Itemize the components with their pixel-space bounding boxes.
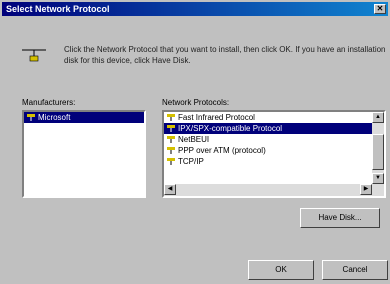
manufacturer-item-label: Microsoft <box>38 113 71 122</box>
vertical-scrollbar[interactable]: ▲ ▼ <box>372 112 384 196</box>
protocols-label: Network Protocols: <box>162 98 230 107</box>
select-network-protocol-dialog: Select Network Protocol ✕ Click the Netw… <box>0 0 390 284</box>
scroll-right-button[interactable]: ▶ <box>360 184 372 195</box>
protocol-item-label: TCP/IP <box>178 157 204 166</box>
protocol-item-label: PPP over ATM (protocol) <box>178 146 266 155</box>
close-button[interactable]: ✕ <box>374 4 386 14</box>
have-disk-button[interactable]: Have Disk... <box>300 208 380 228</box>
arrow-left-icon: ◀ <box>167 186 173 192</box>
ok-button[interactable]: OK <box>248 260 314 280</box>
protocol-cable-icon <box>167 158 175 165</box>
manufacturers-list[interactable]: Microsoft <box>22 110 146 198</box>
window-title: Select Network Protocol <box>6 4 110 14</box>
scroll-thumb[interactable] <box>372 134 384 170</box>
protocol-item-label: Fast Infrared Protocol <box>178 113 255 122</box>
scroll-up-button[interactable]: ▲ <box>372 112 384 123</box>
protocol-item[interactable]: NetBEUI <box>164 134 384 145</box>
intro-text: Click the Network Protocol that you want… <box>64 45 386 65</box>
protocol-cable-icon <box>167 114 175 121</box>
title-bar[interactable]: Select Network Protocol ✕ <box>2 2 388 16</box>
protocol-item-label: IPX/SPX-compatible Protocol <box>178 124 283 133</box>
protocol-cable-icon <box>167 147 175 154</box>
scroll-down-button[interactable]: ▼ <box>372 173 384 184</box>
arrow-up-icon: ▲ <box>375 114 381 120</box>
horizontal-scrollbar[interactable]: ◀ ▶ <box>164 184 372 196</box>
arrow-down-icon: ▼ <box>375 175 381 181</box>
network-protocol-icon <box>22 49 46 62</box>
manufacturers-label: Manufacturers: <box>22 98 76 107</box>
manufacturer-item[interactable]: Microsoft <box>24 112 144 123</box>
protocol-cable-icon <box>27 114 35 121</box>
arrow-right-icon: ▶ <box>363 186 369 192</box>
protocol-item[interactable]: IPX/SPX-compatible Protocol <box>164 123 384 134</box>
close-icon: ✕ <box>376 4 384 13</box>
have-disk-label: Have Disk... <box>318 213 362 222</box>
ok-label: OK <box>275 265 287 274</box>
scroll-left-button[interactable]: ◀ <box>164 184 176 195</box>
cancel-label: Cancel <box>342 265 368 274</box>
protocol-cable-icon <box>167 125 175 132</box>
protocol-cable-icon <box>167 136 175 143</box>
protocol-item[interactable]: TCP/IP <box>164 156 384 167</box>
protocol-item[interactable]: Fast Infrared Protocol <box>164 112 384 123</box>
cancel-button[interactable]: Cancel <box>322 260 388 280</box>
protocol-item[interactable]: PPP over ATM (protocol) <box>164 145 384 156</box>
protocol-item-label: NetBEUI <box>178 135 210 144</box>
protocols-list[interactable]: Fast Infrared Protocol IPX/SPX-compatibl… <box>162 110 386 198</box>
